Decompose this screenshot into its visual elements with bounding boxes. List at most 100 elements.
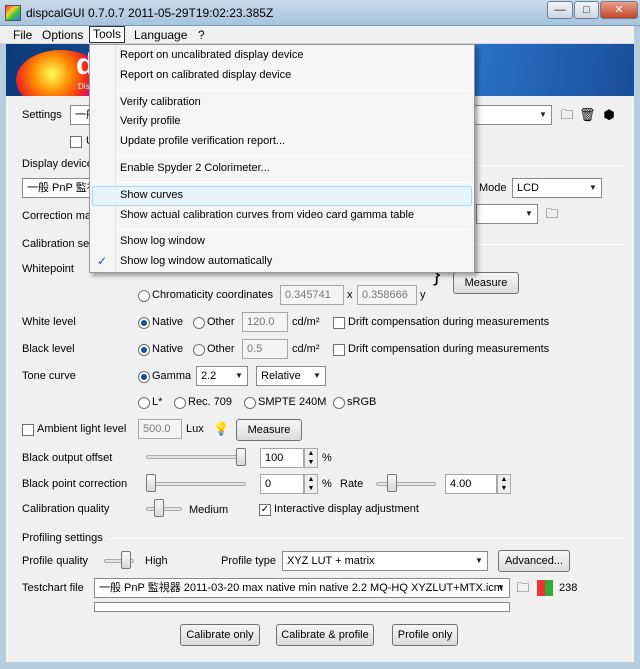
menu-help[interactable]: ? bbox=[198, 28, 205, 42]
rate-field[interactable]: 4.00 bbox=[445, 474, 497, 494]
interactive-label: Interactive display adjustment bbox=[274, 503, 419, 515]
white-level-field[interactable]: 120.0 bbox=[242, 312, 288, 332]
lstar-radio[interactable] bbox=[138, 397, 150, 409]
profile-name-field[interactable] bbox=[94, 602, 510, 612]
menu-item-report-uncalibrated[interactable]: Report on uncalibrated display device bbox=[120, 49, 303, 61]
profile-quality-value: High bbox=[145, 555, 168, 567]
minimize-button[interactable]: — bbox=[547, 1, 573, 19]
maximize-button[interactable]: □ bbox=[574, 1, 599, 19]
menu-item-report-calibrated[interactable]: Report on calibrated display device bbox=[120, 69, 291, 81]
bpc-slider[interactable] bbox=[146, 482, 246, 486]
app-icon bbox=[5, 5, 21, 21]
rec709-label: Rec. 709 bbox=[188, 396, 233, 408]
mode-select[interactable]: LCD ▼ bbox=[512, 178, 602, 198]
calibration-quality-slider[interactable] bbox=[146, 507, 182, 511]
tone-curve-label: Tone curve bbox=[22, 370, 76, 382]
install-profile-icon[interactable]: ⬢ bbox=[601, 107, 617, 123]
profile-quality-label: Profile quality bbox=[22, 555, 89, 567]
gamma-label: Gamma bbox=[152, 370, 192, 382]
bpc-slider-thumb[interactable] bbox=[146, 474, 156, 492]
interactive-checkbox[interactable]: ✓ bbox=[259, 504, 271, 516]
black-other-radio[interactable] bbox=[193, 344, 205, 356]
white-native-radio[interactable] bbox=[138, 317, 150, 329]
profile-only-button[interactable]: Profile only bbox=[392, 624, 458, 646]
ambient-checkbox[interactable] bbox=[22, 424, 34, 436]
srgb-radio[interactable] bbox=[333, 397, 345, 409]
display-device-section-title: Display device bbox=[22, 158, 97, 170]
menu-item-update-verification-report[interactable]: Update profile verification report... bbox=[120, 135, 285, 147]
chevron-down-icon: ▼ bbox=[497, 583, 505, 592]
chevron-down-icon: ▼ bbox=[589, 183, 597, 192]
smpte-radio[interactable] bbox=[244, 397, 256, 409]
black-native-radio[interactable] bbox=[138, 344, 150, 356]
black-drift-checkbox[interactable] bbox=[333, 344, 345, 356]
menu-item-enable-spyder2[interactable]: Enable Spyder 2 Colorimeter... bbox=[120, 162, 270, 174]
calibrate-only-button[interactable]: Calibrate only bbox=[180, 624, 260, 646]
bpc-spinner[interactable]: ▲ ▼ bbox=[304, 474, 318, 494]
chevron-down-icon: ▼ bbox=[235, 371, 243, 380]
menu-tools[interactable]: Tools bbox=[89, 26, 126, 43]
bpc-field[interactable]: 0 bbox=[260, 474, 304, 494]
srgb-label: sRGB bbox=[347, 396, 377, 408]
gamma-select[interactable]: 2.2 ▼ bbox=[196, 366, 248, 386]
calibration-section-title: Calibration set bbox=[22, 238, 97, 250]
testchart-select[interactable]: 一般 PnP 監視器 2011-03-20 max native min nat… bbox=[94, 578, 510, 598]
profile-quality-slider-thumb[interactable] bbox=[121, 551, 131, 569]
ambient-field[interactable]: 500.0 bbox=[138, 419, 182, 439]
menu-item-verify-calibration[interactable]: Verify calibration bbox=[120, 96, 201, 108]
delete-icon[interactable]: 🗑 bbox=[579, 107, 596, 123]
rate-slider-thumb[interactable] bbox=[387, 474, 397, 492]
menu-separator bbox=[117, 90, 470, 91]
menu-gutter bbox=[115, 46, 116, 272]
black-output-spinner[interactable]: ▲ ▼ bbox=[304, 448, 318, 468]
black-other-label: Other bbox=[207, 343, 235, 355]
testchart-editor-icon[interactable]: ■ bbox=[537, 580, 553, 596]
gamma-mode-select[interactable]: Relative ▼ bbox=[256, 366, 326, 386]
black-output-field[interactable]: 100 bbox=[260, 448, 304, 468]
chromaticity-x-field[interactable]: 0.345741 bbox=[280, 285, 344, 305]
chromaticity-y-field[interactable]: 0.358666 bbox=[357, 285, 417, 305]
black-level-field[interactable]: 0.5 bbox=[242, 339, 288, 359]
ambient-measure-button[interactable]: Measure bbox=[236, 419, 302, 441]
title-bar[interactable]: dispcalGUI 0.7.0.7 2011-05-29T19:02:23.3… bbox=[0, 0, 640, 26]
whitepoint-measure-button[interactable]: Measure bbox=[453, 272, 519, 294]
rate-slider[interactable] bbox=[376, 482, 436, 486]
calibration-quality-slider-thumb[interactable] bbox=[154, 499, 164, 517]
chromaticity-radio[interactable] bbox=[138, 290, 150, 302]
black-output-slider-thumb[interactable] bbox=[236, 448, 246, 466]
correction-select[interactable]: ▼ bbox=[476, 204, 538, 224]
white-drift-checkbox[interactable] bbox=[333, 317, 345, 329]
close-button[interactable]: ✕ bbox=[600, 1, 638, 19]
advanced-button[interactable]: Advanced... bbox=[498, 550, 570, 572]
settings-label: Settings bbox=[22, 109, 62, 121]
calibrate-profile-button[interactable]: Calibrate & profile bbox=[276, 624, 374, 646]
menu-language[interactable]: Language bbox=[134, 28, 187, 42]
gamma-radio[interactable] bbox=[138, 371, 150, 383]
folder-open-icon[interactable]: 🗀 bbox=[559, 107, 575, 123]
white-other-radio[interactable] bbox=[193, 317, 205, 329]
menu-item-show-log-window[interactable]: Show log window bbox=[120, 235, 205, 247]
folder-open-icon[interactable]: 🗀 bbox=[515, 580, 531, 596]
whitepoint-label: Whitepoint bbox=[22, 263, 74, 275]
settings-checkbox[interactable] bbox=[70, 136, 82, 148]
rate-spinner[interactable]: ▲ ▼ bbox=[497, 474, 511, 494]
testchart-label: Testchart file bbox=[22, 582, 84, 594]
menu-item-show-log-automatically[interactable]: Show log window automatically bbox=[120, 255, 272, 267]
profile-type-select[interactable]: XYZ LUT + matrix ▼ bbox=[282, 551, 488, 571]
folder-open-icon[interactable]: 🗀 bbox=[544, 206, 560, 222]
black-drift-label: Drift compensation during measurements bbox=[348, 343, 550, 355]
menu-item-verify-profile[interactable]: Verify profile bbox=[120, 115, 181, 127]
display-device-select[interactable]: 一般 PnP 監視 bbox=[22, 178, 92, 198]
menu-options[interactable]: Options bbox=[42, 28, 83, 42]
white-drift-label: Drift compensation during measurements bbox=[348, 316, 550, 328]
black-unit-label: cd/m² bbox=[292, 343, 320, 355]
calibration-quality-value: Medium bbox=[189, 504, 229, 516]
menu-item-show-actual-curves[interactable]: Show actual calibration curves from vide… bbox=[120, 209, 414, 221]
black-level-label: Black level bbox=[22, 343, 75, 355]
chevron-down-icon: ▼ bbox=[313, 371, 321, 380]
rec709-radio[interactable] bbox=[174, 397, 186, 409]
menu-item-show-curves[interactable]: Show curves bbox=[120, 189, 183, 201]
testchart-value: 一般 PnP 監視器 2011-03-20 max native min nat… bbox=[99, 582, 503, 594]
menu-file[interactable]: File bbox=[13, 28, 32, 42]
black-output-slider[interactable] bbox=[146, 455, 246, 459]
